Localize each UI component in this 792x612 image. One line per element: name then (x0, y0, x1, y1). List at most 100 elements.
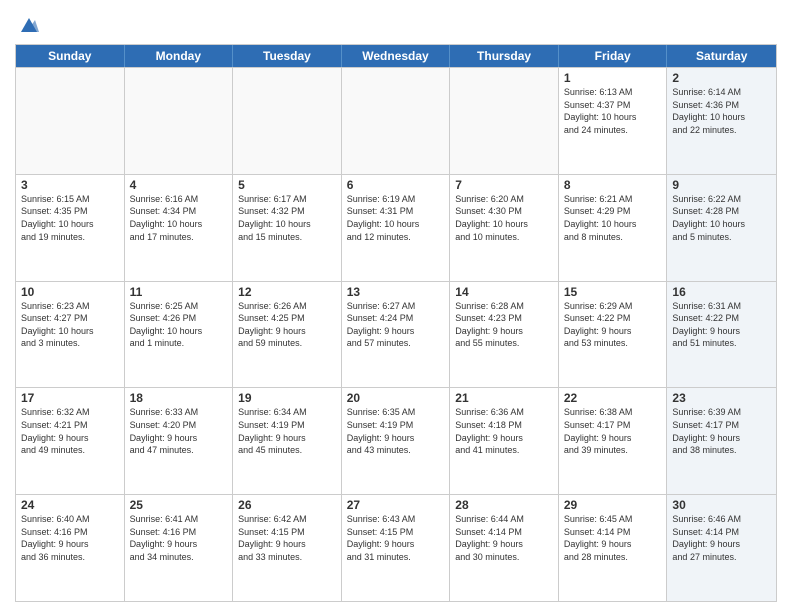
day-info: Sunrise: 6:21 AM Sunset: 4:29 PM Dayligh… (564, 193, 662, 243)
cal-cell-empty-0-3 (342, 68, 451, 174)
day-number: 16 (672, 285, 771, 299)
day-info: Sunrise: 6:19 AM Sunset: 4:31 PM Dayligh… (347, 193, 445, 243)
cal-cell-6: 6Sunrise: 6:19 AM Sunset: 4:31 PM Daylig… (342, 175, 451, 281)
day-info: Sunrise: 6:13 AM Sunset: 4:37 PM Dayligh… (564, 86, 662, 136)
day-number: 23 (672, 391, 771, 405)
cal-cell-22: 22Sunrise: 6:38 AM Sunset: 4:17 PM Dayli… (559, 388, 668, 494)
day-info: Sunrise: 6:14 AM Sunset: 4:36 PM Dayligh… (672, 86, 771, 136)
day-info: Sunrise: 6:16 AM Sunset: 4:34 PM Dayligh… (130, 193, 228, 243)
cal-cell-29: 29Sunrise: 6:45 AM Sunset: 4:14 PM Dayli… (559, 495, 668, 601)
day-number: 11 (130, 285, 228, 299)
calendar-row-4: 24Sunrise: 6:40 AM Sunset: 4:16 PM Dayli… (16, 494, 776, 601)
day-number: 21 (455, 391, 553, 405)
calendar-row-2: 10Sunrise: 6:23 AM Sunset: 4:27 PM Dayli… (16, 281, 776, 388)
day-number: 9 (672, 178, 771, 192)
cal-cell-14: 14Sunrise: 6:28 AM Sunset: 4:23 PM Dayli… (450, 282, 559, 388)
day-info: Sunrise: 6:44 AM Sunset: 4:14 PM Dayligh… (455, 513, 553, 563)
cal-cell-20: 20Sunrise: 6:35 AM Sunset: 4:19 PM Dayli… (342, 388, 451, 494)
day-number: 3 (21, 178, 119, 192)
weekday-header-wednesday: Wednesday (342, 45, 451, 67)
day-number: 7 (455, 178, 553, 192)
day-number: 4 (130, 178, 228, 192)
day-number: 1 (564, 71, 662, 85)
cal-cell-13: 13Sunrise: 6:27 AM Sunset: 4:24 PM Dayli… (342, 282, 451, 388)
logo (15, 14, 39, 36)
day-info: Sunrise: 6:25 AM Sunset: 4:26 PM Dayligh… (130, 300, 228, 350)
day-info: Sunrise: 6:43 AM Sunset: 4:15 PM Dayligh… (347, 513, 445, 563)
weekday-header-tuesday: Tuesday (233, 45, 342, 67)
cal-cell-28: 28Sunrise: 6:44 AM Sunset: 4:14 PM Dayli… (450, 495, 559, 601)
cal-cell-23: 23Sunrise: 6:39 AM Sunset: 4:17 PM Dayli… (667, 388, 776, 494)
day-info: Sunrise: 6:39 AM Sunset: 4:17 PM Dayligh… (672, 406, 771, 456)
day-info: Sunrise: 6:46 AM Sunset: 4:14 PM Dayligh… (672, 513, 771, 563)
day-info: Sunrise: 6:28 AM Sunset: 4:23 PM Dayligh… (455, 300, 553, 350)
logo-icon (17, 14, 39, 36)
cal-cell-15: 15Sunrise: 6:29 AM Sunset: 4:22 PM Dayli… (559, 282, 668, 388)
cal-cell-17: 17Sunrise: 6:32 AM Sunset: 4:21 PM Dayli… (16, 388, 125, 494)
cal-cell-12: 12Sunrise: 6:26 AM Sunset: 4:25 PM Dayli… (233, 282, 342, 388)
day-number: 19 (238, 391, 336, 405)
cal-cell-5: 5Sunrise: 6:17 AM Sunset: 4:32 PM Daylig… (233, 175, 342, 281)
cal-cell-9: 9Sunrise: 6:22 AM Sunset: 4:28 PM Daylig… (667, 175, 776, 281)
day-number: 24 (21, 498, 119, 512)
day-number: 30 (672, 498, 771, 512)
cal-cell-19: 19Sunrise: 6:34 AM Sunset: 4:19 PM Dayli… (233, 388, 342, 494)
day-number: 10 (21, 285, 119, 299)
cal-cell-4: 4Sunrise: 6:16 AM Sunset: 4:34 PM Daylig… (125, 175, 234, 281)
day-number: 2 (672, 71, 771, 85)
weekday-header-friday: Friday (559, 45, 668, 67)
cal-cell-26: 26Sunrise: 6:42 AM Sunset: 4:15 PM Dayli… (233, 495, 342, 601)
day-info: Sunrise: 6:42 AM Sunset: 4:15 PM Dayligh… (238, 513, 336, 563)
weekday-header-monday: Monday (125, 45, 234, 67)
day-info: Sunrise: 6:41 AM Sunset: 4:16 PM Dayligh… (130, 513, 228, 563)
day-info: Sunrise: 6:31 AM Sunset: 4:22 PM Dayligh… (672, 300, 771, 350)
day-info: Sunrise: 6:40 AM Sunset: 4:16 PM Dayligh… (21, 513, 119, 563)
cal-cell-11: 11Sunrise: 6:25 AM Sunset: 4:26 PM Dayli… (125, 282, 234, 388)
day-info: Sunrise: 6:17 AM Sunset: 4:32 PM Dayligh… (238, 193, 336, 243)
cal-cell-16: 16Sunrise: 6:31 AM Sunset: 4:22 PM Dayli… (667, 282, 776, 388)
calendar-row-0: 1Sunrise: 6:13 AM Sunset: 4:37 PM Daylig… (16, 67, 776, 174)
day-info: Sunrise: 6:27 AM Sunset: 4:24 PM Dayligh… (347, 300, 445, 350)
weekday-header-sunday: Sunday (16, 45, 125, 67)
cal-cell-21: 21Sunrise: 6:36 AM Sunset: 4:18 PM Dayli… (450, 388, 559, 494)
day-number: 8 (564, 178, 662, 192)
cal-cell-empty-0-0 (16, 68, 125, 174)
calendar-header-row: SundayMondayTuesdayWednesdayThursdayFrid… (16, 45, 776, 67)
day-info: Sunrise: 6:26 AM Sunset: 4:25 PM Dayligh… (238, 300, 336, 350)
day-number: 17 (21, 391, 119, 405)
header (15, 10, 777, 36)
day-number: 14 (455, 285, 553, 299)
day-info: Sunrise: 6:32 AM Sunset: 4:21 PM Dayligh… (21, 406, 119, 456)
cal-cell-1: 1Sunrise: 6:13 AM Sunset: 4:37 PM Daylig… (559, 68, 668, 174)
day-number: 18 (130, 391, 228, 405)
weekday-header-thursday: Thursday (450, 45, 559, 67)
day-number: 15 (564, 285, 662, 299)
cal-cell-10: 10Sunrise: 6:23 AM Sunset: 4:27 PM Dayli… (16, 282, 125, 388)
day-info: Sunrise: 6:33 AM Sunset: 4:20 PM Dayligh… (130, 406, 228, 456)
cal-cell-25: 25Sunrise: 6:41 AM Sunset: 4:16 PM Dayli… (125, 495, 234, 601)
day-number: 5 (238, 178, 336, 192)
day-info: Sunrise: 6:15 AM Sunset: 4:35 PM Dayligh… (21, 193, 119, 243)
day-info: Sunrise: 6:35 AM Sunset: 4:19 PM Dayligh… (347, 406, 445, 456)
day-number: 20 (347, 391, 445, 405)
cal-cell-empty-0-4 (450, 68, 559, 174)
day-number: 27 (347, 498, 445, 512)
calendar-row-1: 3Sunrise: 6:15 AM Sunset: 4:35 PM Daylig… (16, 174, 776, 281)
day-info: Sunrise: 6:20 AM Sunset: 4:30 PM Dayligh… (455, 193, 553, 243)
day-info: Sunrise: 6:22 AM Sunset: 4:28 PM Dayligh… (672, 193, 771, 243)
cal-cell-27: 27Sunrise: 6:43 AM Sunset: 4:15 PM Dayli… (342, 495, 451, 601)
day-number: 29 (564, 498, 662, 512)
day-info: Sunrise: 6:38 AM Sunset: 4:17 PM Dayligh… (564, 406, 662, 456)
day-number: 13 (347, 285, 445, 299)
day-number: 26 (238, 498, 336, 512)
day-number: 25 (130, 498, 228, 512)
day-info: Sunrise: 6:36 AM Sunset: 4:18 PM Dayligh… (455, 406, 553, 456)
cal-cell-empty-0-1 (125, 68, 234, 174)
day-number: 6 (347, 178, 445, 192)
day-info: Sunrise: 6:34 AM Sunset: 4:19 PM Dayligh… (238, 406, 336, 456)
page: SundayMondayTuesdayWednesdayThursdayFrid… (0, 0, 792, 612)
calendar: SundayMondayTuesdayWednesdayThursdayFrid… (15, 44, 777, 602)
cal-cell-3: 3Sunrise: 6:15 AM Sunset: 4:35 PM Daylig… (16, 175, 125, 281)
cal-cell-30: 30Sunrise: 6:46 AM Sunset: 4:14 PM Dayli… (667, 495, 776, 601)
cal-cell-8: 8Sunrise: 6:21 AM Sunset: 4:29 PM Daylig… (559, 175, 668, 281)
